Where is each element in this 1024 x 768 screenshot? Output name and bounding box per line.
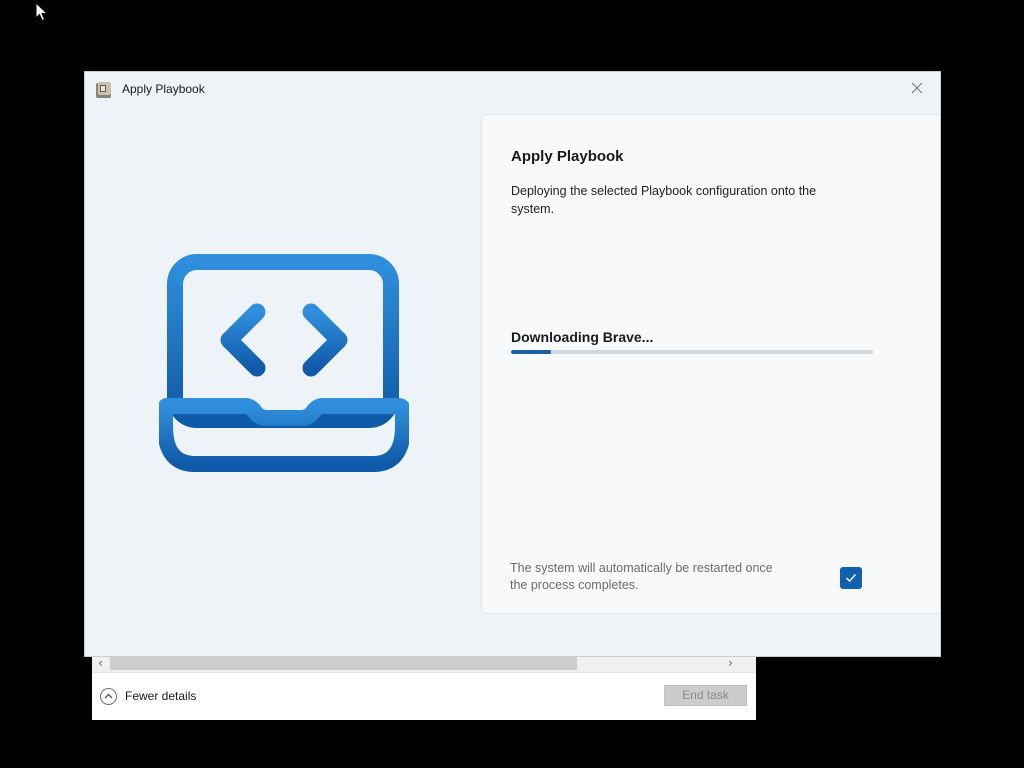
window-title: Apply Playbook (122, 82, 205, 96)
mouse-cursor-icon (35, 2, 49, 22)
content-panel: Apply Playbook Deploying the selected Pl… (481, 114, 940, 614)
title-bar[interactable]: Apply Playbook (85, 72, 940, 106)
checkmark-icon (846, 574, 857, 583)
scrollbar-thumb[interactable] (110, 656, 577, 670)
page-description: Deploying the selected Playbook configur… (511, 184, 817, 216)
progress-status: Downloading Brave... (511, 329, 654, 345)
close-button[interactable] (894, 72, 940, 104)
close-icon (911, 82, 923, 94)
horizontal-scrollbar[interactable]: ‹ › (92, 655, 756, 673)
fewer-details-label: Fewer details (125, 689, 197, 703)
apply-playbook-dialog: Apply Playbook Apply Playbook Deploying … (85, 72, 940, 656)
fewer-details-button[interactable]: Fewer details (100, 686, 196, 706)
progress-bar (511, 350, 873, 354)
scroll-left-icon[interactable]: ‹ (92, 655, 109, 672)
end-task-button[interactable]: End task (664, 685, 747, 706)
scroll-right-icon[interactable]: › (722, 655, 739, 672)
progress-bar-fill (511, 350, 551, 354)
chevron-up-icon (100, 687, 117, 705)
page-title: Apply Playbook (511, 148, 624, 165)
task-manager-footer: Fewer details End task (92, 673, 756, 720)
playbook-app-icon (96, 82, 111, 98)
restart-note: The system will automatically be restart… (510, 561, 773, 592)
laptop-code-icon (159, 254, 409, 472)
restart-checkbox[interactable] (840, 567, 862, 589)
